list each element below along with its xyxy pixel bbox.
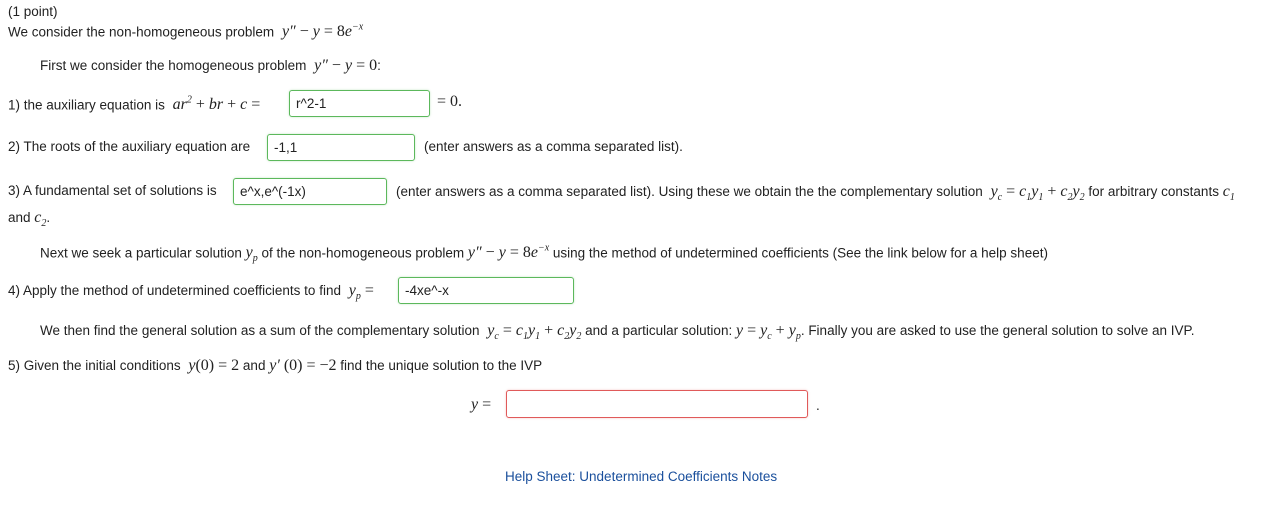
general-text3: . Finally you are asked to use the gener… [800,323,1195,338]
general-y-math: y = yc + yp [735,322,801,343]
q1-label: 1) the auxiliary equation is [8,97,165,113]
q5-answer-input[interactable] [506,390,808,418]
q2-answer-input[interactable] [267,134,415,161]
general-statement: We then find the general solution as a s… [40,322,1195,342]
nonhomog-math: y″ − y = 8e−x [467,243,550,262]
homog-text: First we consider the homogeneous proble… [40,58,307,73]
q4-label: 4) Apply the method of undetermined coef… [8,283,341,298]
particular-statement: Next we seek a particular solution yp of… [40,243,1048,265]
general-text2: and a particular solution: [585,323,733,338]
homog-math: y″ − y = 0 [310,57,378,74]
complementary-math: yc = c1y1 + c2y2 [986,183,1085,204]
q2-after: (enter answers as a comma separated list… [424,139,683,154]
points-label: (1 point) [8,4,58,19]
general-yc-math: yc = c1y1 + c2y2 [483,322,582,343]
q3-and: and [8,210,31,225]
q4-answer-input[interactable] [398,277,574,304]
c2-math: c2 [34,209,47,230]
q1-answer-input[interactable] [289,90,430,117]
help-sheet-link[interactable]: Help Sheet: Undetermined Coefficients No… [505,469,777,484]
next-text: Next we seek a particular solution [40,245,242,261]
q3-answer-input[interactable] [233,178,387,205]
q5-after: find the unique solution to the IVP [340,358,543,373]
q5-label: 5) Given the initial conditions [8,358,181,373]
intro-text: We consider the non-homogeneous problem [8,24,275,40]
ode-math: y″ − y = 8e−x [277,22,364,41]
yp-math: yp [245,244,258,265]
next-text3: using the method of undetermined coeffic… [552,245,1048,261]
c1-math: c1 [1222,183,1235,204]
q5-and: and [242,358,266,373]
ic2-math: y′ (0) = −2 [269,357,337,374]
q3-after-text: (enter answers as a comma separated list… [396,184,983,199]
q4-row: 4) Apply the method of undetermined coef… [8,282,374,302]
aux-math: ar2 + br + c = [168,95,261,114]
q1-after: = 0. [437,93,463,110]
q4-yp-math: yp = [344,282,374,303]
q2-label: 2) The roots of the auxiliary equation a… [8,139,251,154]
q1-row: 1) the auxiliary equation is ar2 + br + … [8,95,260,114]
ic1-math: y(0) = 2 [184,357,240,374]
q3-label: 3) A fundamental set of solutions is [8,183,217,198]
q5-period: . [816,398,820,413]
general-text: We then find the general solution as a s… [40,323,480,338]
help-link-row: Help Sheet: Undetermined Coefficients No… [505,469,777,484]
problem-statement: We consider the non-homogeneous problem … [8,22,363,41]
q5-row: 5) Given the initial conditions y(0) = 2… [8,357,542,375]
q3-continuation: and c2. [8,209,51,230]
q5-y-equals: y = [471,396,492,413]
homogeneous-statement: First we consider the homogeneous proble… [40,57,381,74]
next-text2: of the non-homogeneous problem [261,245,465,261]
q3-after: (enter answers as a comma separated list… [396,183,1235,203]
q3-after2-text: for arbitrary constants [1088,184,1219,199]
